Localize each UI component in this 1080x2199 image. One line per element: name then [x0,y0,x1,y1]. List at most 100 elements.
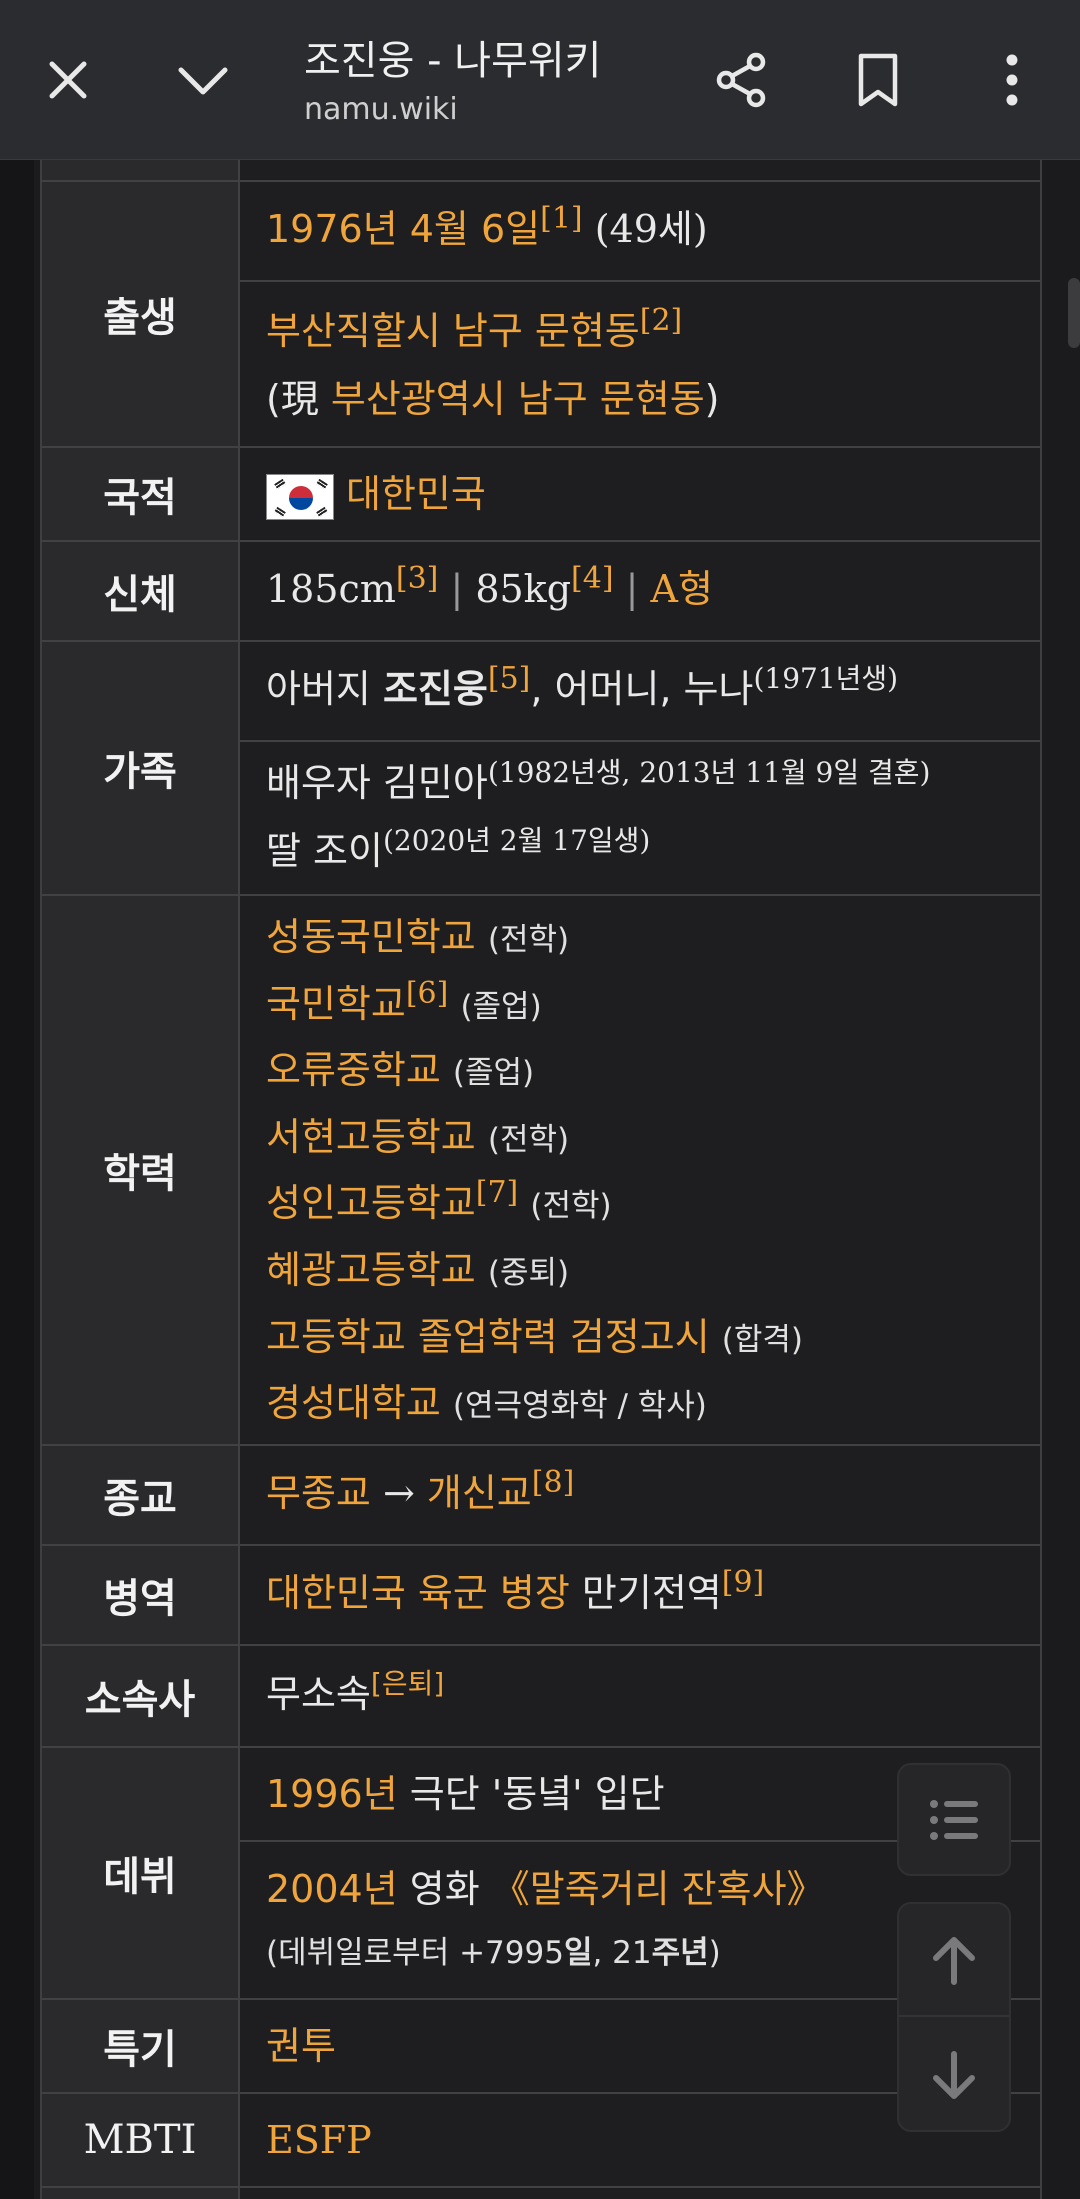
page-url[interactable]: namu.wiki [304,92,458,127]
education-footnote[interactable]: [6] [406,976,449,1011]
education-item: 서현고등학교 (전학) [266,1106,1040,1173]
arrow-up-icon [933,1936,975,1985]
education-status: (전학) [487,1121,570,1158]
military-branch-link[interactable]: 대한민국 육군 병장 [266,1571,570,1615]
row-label-nationality: 국적 [42,448,240,540]
page-title: 조진웅 - 나무위키 [304,38,602,84]
table-row-partial-bottom [42,2188,1040,2199]
birth-date-cell: 1976년 4월 6일[1] (49세) [240,182,1040,280]
scroll-up-button[interactable] [899,1904,1009,2017]
page-content[interactable]: 출생 1976년 4월 6일[1] (49세) 부산직할시 남구 문현동[2] … [0,160,1080,2199]
table-row-military: 병역 대한민국 육군 병장 만기전역[9] [42,1546,1040,1646]
specialty-link[interactable]: 권투 [266,2024,336,2068]
row-label [42,2188,240,2199]
close-icon[interactable] [28,40,108,120]
education-school-link[interactable]: 국민학교 [266,982,406,1026]
daughter-note: (2020년 2월 17일생) [382,824,651,857]
debut-stage-text: 극단 '동녘' 입단 [397,1772,665,1816]
since-mid: , 21 [592,1935,652,1971]
nationality-link[interactable]: 대한민국 [346,472,486,516]
education-item: 경성대학교 (연극영화학 / 학사) [266,1372,1040,1439]
since-year: 주년 [651,1935,709,1971]
religion-from-link[interactable]: 무종교 [266,1471,371,1515]
row-value [240,160,1040,180]
footnote-2[interactable]: [2] [640,303,683,338]
row-value-military: 대한민국 육군 병장 만기전역[9] [240,1546,1040,1644]
birth-age: (49세) [594,207,708,251]
infobox-table: 출생 1976년 4월 6일[1] (49세) 부산직할시 남구 문현동[2] … [40,160,1042,2199]
blood-type-link[interactable]: A형 [651,567,713,611]
education-school-link[interactable]: 고등학교 졸업학력 검정고시 [266,1315,710,1359]
education-school-link[interactable]: 경성대학교 [266,1381,441,1425]
education-item: 오류중학교 (졸업) [266,1039,1040,1106]
share-icon[interactable] [702,40,782,120]
now-place-link[interactable]: 부산광역시 남구 문현동 [331,377,705,421]
education-school-link[interactable]: 오류중학교 [266,1048,441,1092]
row-value-religion: 무종교 → 개신교[8] [240,1446,1040,1544]
row-label-agency: 소속사 [42,1646,240,1746]
row-label-family: 가족 [42,642,240,894]
debut-stage-year-link[interactable]: 1996년 [266,1772,398,1816]
military-status: 만기전역 [569,1571,722,1615]
debut-film-year-link[interactable]: 2004년 [266,1867,398,1911]
footnote-4[interactable]: [4] [571,561,614,596]
education-status: (전학) [530,1188,612,1225]
footnote-5[interactable]: [5] [488,661,531,696]
family-others: , 어머니, 누나 [530,667,754,711]
table-row-specialty: 특기 권투 [42,2000,1040,2094]
separator: | [613,567,651,611]
father-prefix: 아버지 [266,667,383,711]
row-label-religion: 종교 [42,1446,240,1544]
education-school-link[interactable]: 성동국민학교 [266,915,476,959]
footnote-9[interactable]: [9] [722,1565,765,1600]
table-row-family: 가족 아버지 조진웅[5], 어머니, 누나(1971년생) 배우자 김민아(1… [42,642,1040,896]
sister-birth-note: (1971년생) [753,662,899,695]
education-footnote[interactable]: [7] [476,1175,519,1210]
birth-date-link[interactable]: 1976년 4월 6일 [266,207,540,251]
toc-button[interactable] [897,1763,1011,1876]
nationality-cell: 대한민국 [240,448,1040,540]
row-value-nationality: 대한민국 [240,448,1040,540]
footnote-1[interactable]: [1] [540,201,583,236]
birth-place-cell: 부산직할시 남구 문현동[2] (現 부산광역시 남구 문현동) [240,280,1040,448]
mbti-link[interactable]: ESFP [266,2118,372,2162]
table-row-education: 학력 성동국민학교 (전학) 국민학교[6] (졸업) 오류중학교 (졸업) 서현고등… [42,896,1040,1446]
debut-film-title-link[interactable]: 《말죽거리 잔혹사》 [492,1867,825,1911]
chevron-down-icon[interactable] [163,40,243,120]
table-row-birth: 출생 1976년 4월 6일[1] (49세) 부산직할시 남구 문현동[2] … [42,182,1040,448]
footnote-8[interactable]: [8] [532,1465,575,1500]
scroll-down-button[interactable] [899,2019,1009,2132]
right-gutter [1040,160,1080,2199]
row-label [42,160,240,180]
education-school-link[interactable]: 혜광고등학교 [266,1248,476,1292]
bookmark-icon[interactable] [838,40,918,120]
korea-flag-icon [266,473,334,520]
education-school-link[interactable]: 성인고등학교 [266,1181,476,1225]
scrollbar-thumb[interactable] [1068,278,1080,348]
table-row-body: 신체 185cm[3] | 85kg[4] | A형 [42,542,1040,642]
education-item: 성동국민학교 (전학) [266,906,1040,973]
now-suffix: ) [704,377,720,421]
height-value: 185cm [266,567,396,611]
footnote-3[interactable]: [3] [396,561,439,596]
family-parents-cell: 아버지 조진웅[5], 어머니, 누나(1971년생) [240,642,1040,740]
education-status: (졸업) [452,1055,535,1092]
arrow: → [370,1471,427,1515]
row-label-body: 신체 [42,542,240,640]
row-value [240,2188,1040,2199]
birth-place-link[interactable]: 부산직할시 남구 문현동 [266,309,640,353]
more-vert-icon[interactable] [972,40,1052,120]
since-suffix: ) [708,1935,721,1971]
education-school-link[interactable]: 서현고등학교 [266,1115,476,1159]
row-label-education: 학력 [42,896,240,1444]
separator: | [438,567,476,611]
religion-to-link[interactable]: 개신교 [427,1471,532,1515]
table-row-mbti: MBTI ESFP [42,2094,1040,2188]
row-value-agency: 무소속[은퇴] [240,1646,1040,1746]
education-status: (중퇴) [487,1254,570,1291]
footnote-retired[interactable]: [은퇴] [371,1667,444,1700]
